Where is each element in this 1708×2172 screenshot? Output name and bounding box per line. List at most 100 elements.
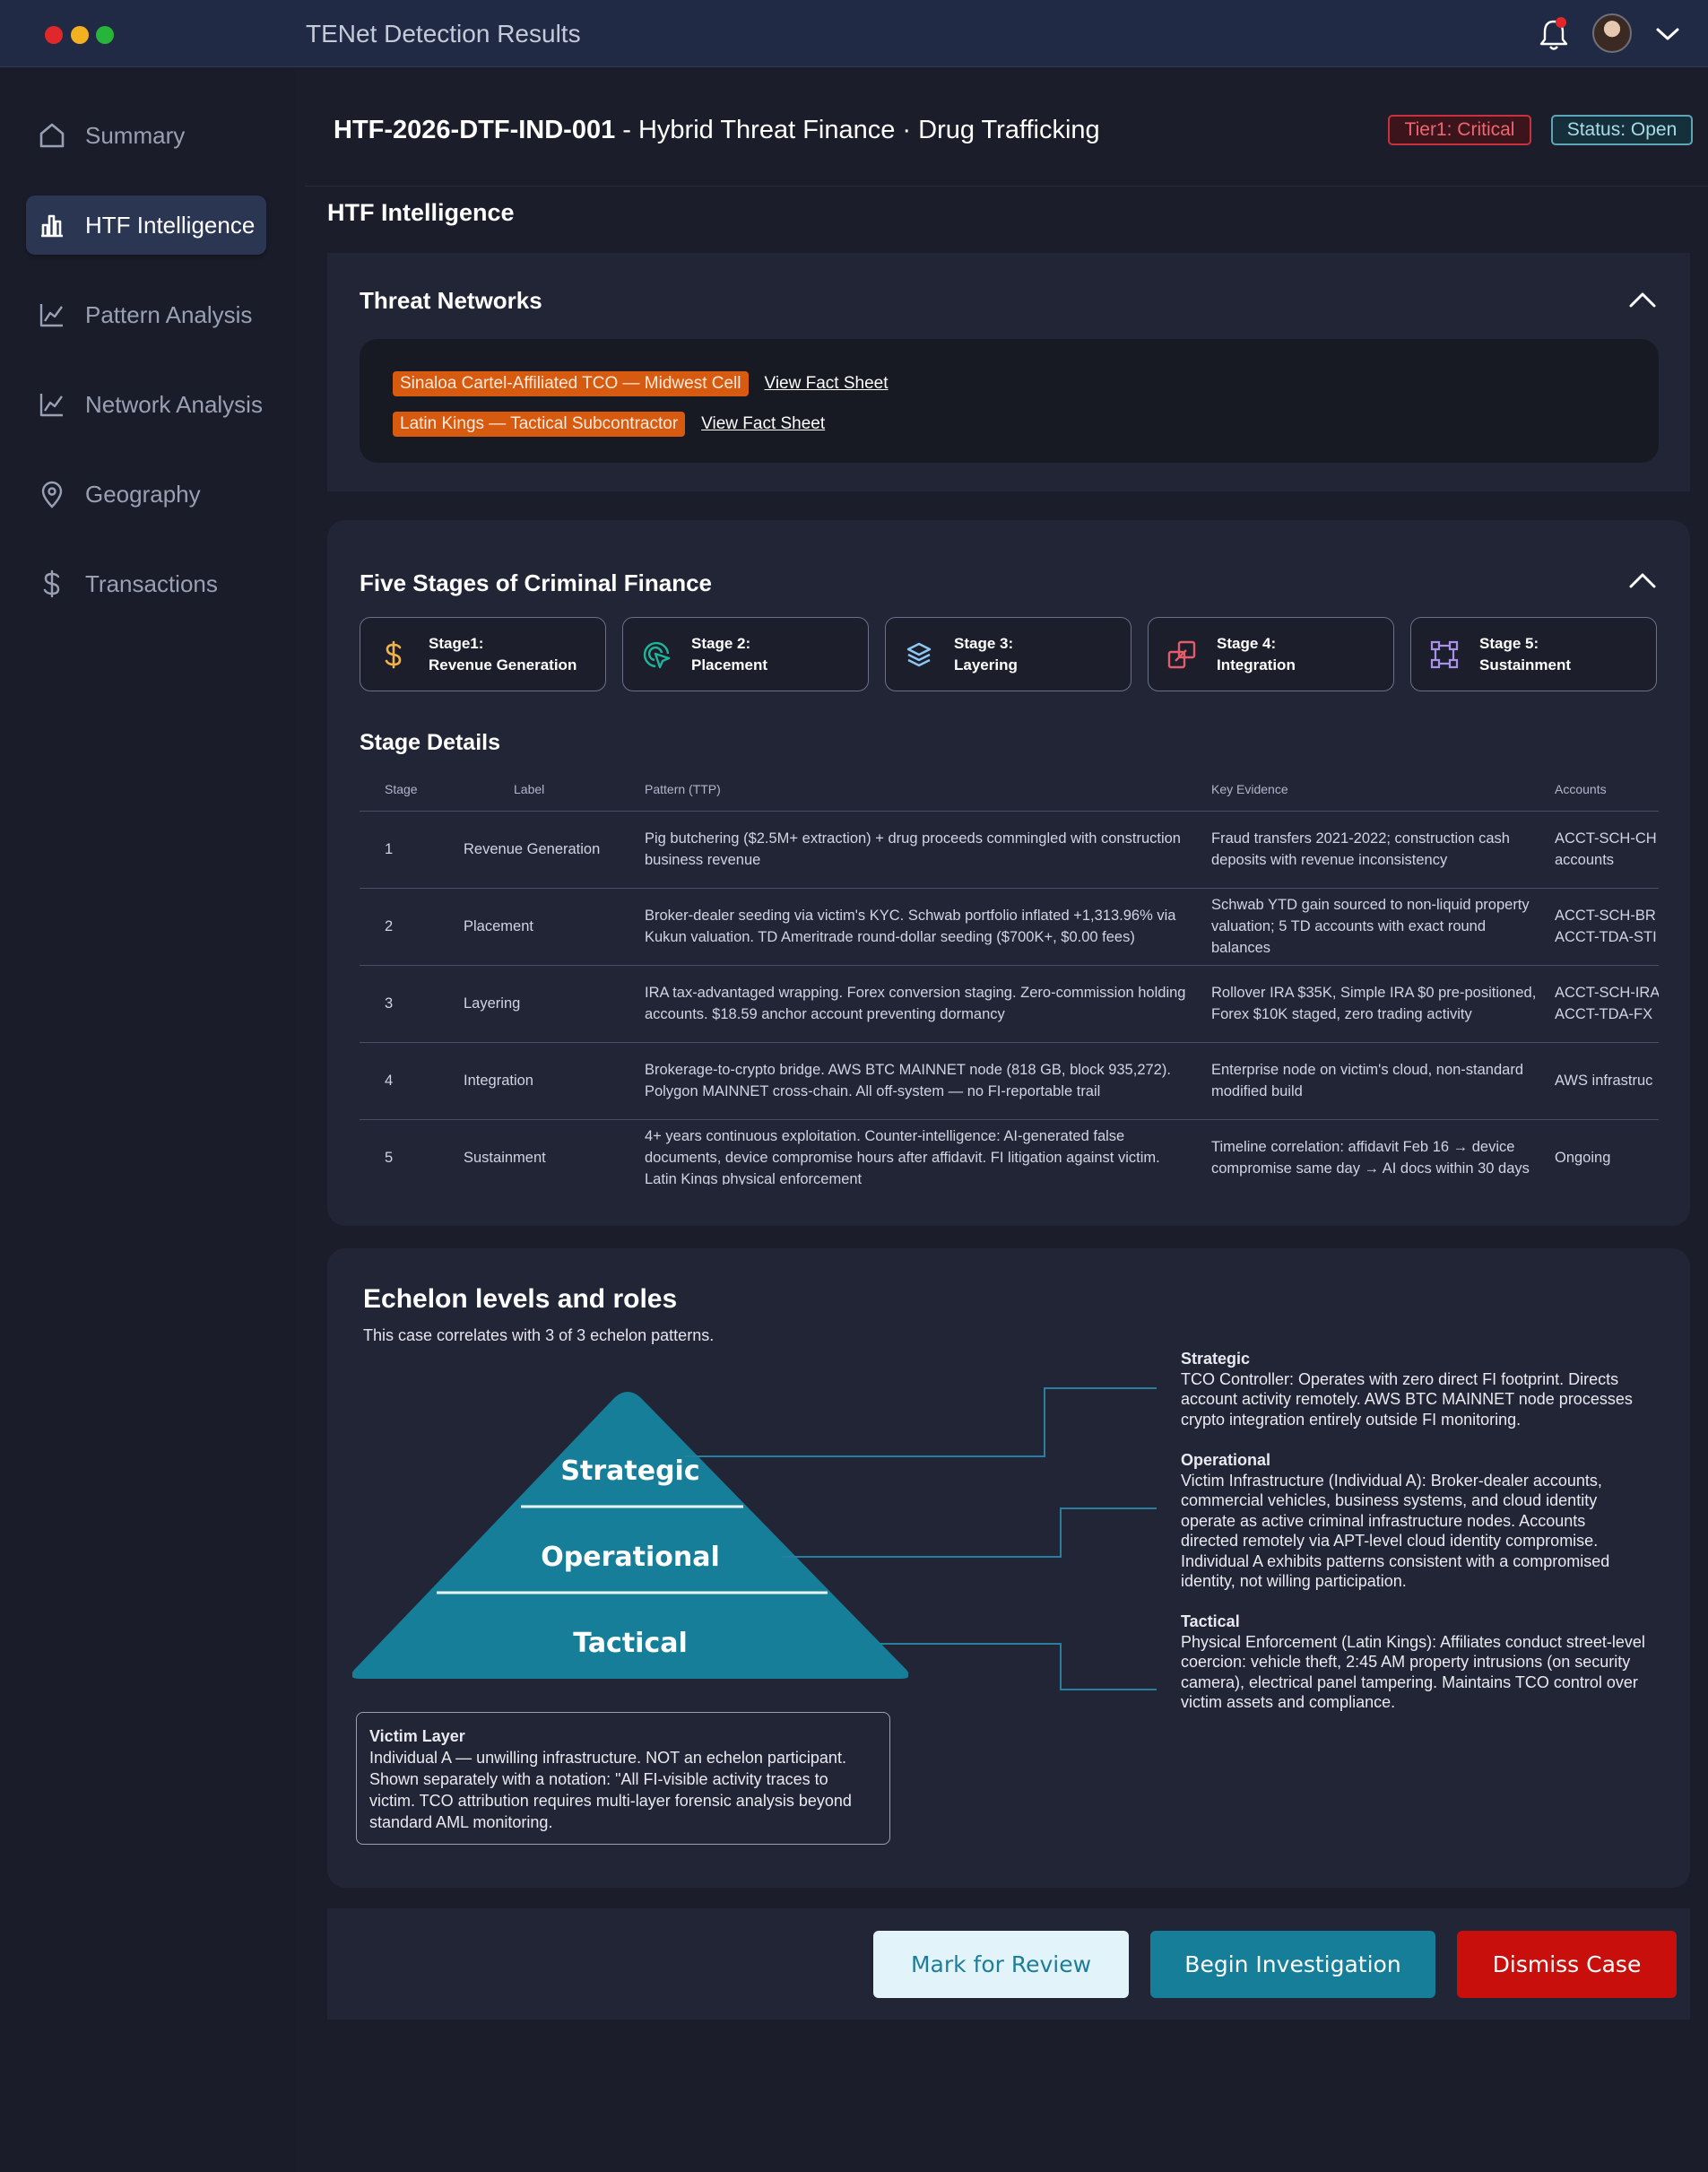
window-minimize-button[interactable] [71,26,89,44]
table-row[interactable]: 3 Layering IRA tax-advantaged wrapping. … [360,965,1659,1043]
sidebar-item-label: Pattern Analysis [85,300,253,328]
stage-chip-revenue-generation[interactable]: Stage1: Revenue Generation [360,617,606,691]
status-badge: Status: Open [1551,115,1693,145]
table-row[interactable]: 5 Sustainment 4+ years continuous exploi… [360,1119,1659,1185]
stage-label: Integration [1217,656,1296,673]
action-bar: Mark for Review Begin Investigation Dism… [327,1908,1690,2020]
table-row[interactable]: 1 Revenue Generation Pig butchering ($2.… [360,811,1659,889]
threat-networks-panel: Threat Networks Sinaloa Cartel-Affiliate… [327,253,1690,491]
column-header: Accounts [1555,768,1659,812]
cell-accounts: ACCT-SCH-CH construction bi accounts [1555,811,1659,889]
window-maximize-button[interactable] [96,26,114,44]
connector-tactical [880,1643,1157,1690]
role-tactical: Tactical Physical Enforcement (Latin Kin… [1181,1612,1647,1713]
mark-for-review-button[interactable]: Mark for Review [873,1931,1129,1998]
cell-accounts: Ongoing [1555,1119,1659,1185]
table-row[interactable]: 2 Placement Broker-dealer seeding via vi… [360,888,1659,966]
sidebar-item-htf-intelligence[interactable]: HTF Intelligence [26,195,266,255]
cell-pattern: 4+ years continuous exploitation. Counte… [645,1119,1211,1185]
column-header: Key Evidence [1211,768,1555,812]
case-header: HTF-2026-DTF-IND-001 - Hybrid Threat Fin… [305,90,1708,187]
cell-label: Placement [464,888,645,966]
section-title: HTF Intelligence [327,199,515,226]
cell-evidence: Enterprise node on victim's cloud, non-s… [1211,1042,1555,1120]
column-header: Label [464,768,645,812]
avatar[interactable] [1592,13,1632,53]
dollar-icon [43,569,60,598]
role-text: Victim Infrastructure (Individual A): Br… [1181,1471,1610,1591]
five-stages-panel: Five Stages of Criminal Finance Stage1: R… [327,520,1690,1226]
cell-label: Integration [464,1042,645,1120]
cell-accounts: ACCT-SCH-IRA ACCT-SCH-IRA ACCT-TDA-FX [1555,965,1659,1043]
cell-pattern: IRA tax-advantaged wrapping. Forex conve… [645,965,1211,1043]
sidebar-item-geography[interactable]: Geography [26,465,266,524]
sidebar-item-summary[interactable]: Summary [26,106,266,165]
layers-icon [906,642,932,666]
echelon-title: Echelon levels and roles [363,1284,678,1314]
map-pin-icon [41,481,63,508]
window-close-button[interactable] [45,26,63,44]
cell-accounts: ACCT-SCH-BR ACCT-TDA-CA ACCT-TDA-STI [1555,888,1659,966]
stage-details-table: Stage Label Pattern (TTP) Key Evidence A… [360,768,1659,1185]
table-row[interactable]: 4 Integration Brokerage-to-crypto bridge… [360,1042,1659,1120]
cell-pattern: Brokerage-to-crypto bridge. AWS BTC MAIN… [645,1042,1211,1120]
pyramid-level-operational: Operational [541,1542,719,1573]
stage-number: Stage 3: [954,634,1014,652]
sidebar-item-pattern-analysis[interactable]: Pattern Analysis [26,285,266,344]
cell-pattern: Broker-dealer seeding via victim's KYC. … [645,888,1211,966]
sidebar-item-network-analysis[interactable]: Network Analysis [26,375,266,434]
role-text: Physical Enforcement (Latin Kings): Affi… [1181,1632,1645,1712]
begin-investigation-button[interactable]: Begin Investigation [1150,1931,1435,1998]
stage-chip-layering[interactable]: Stage 3: Layering [885,617,1131,691]
table-header-row: Stage Label Pattern (TTP) Key Evidence A… [360,768,1659,812]
stage-label: Sustainment [1479,656,1572,673]
victim-layer-box: Victim Layer Individual A — unwilling in… [356,1712,890,1845]
app-title: TENet Detection Results [306,20,581,48]
view-fact-sheet-link[interactable]: View Fact Sheet [701,414,825,434]
case-title: HTF-2026-DTF-IND-001 - Hybrid Threat Fin… [334,116,1100,145]
chevron-up-icon[interactable] [1627,289,1658,310]
role-title: Operational [1181,1451,1271,1469]
pyramid-level-strategic: Strategic [560,1455,699,1487]
title-bar: TENet Detection Results [0,0,1708,67]
column-header: Pattern (TTP) [645,768,1211,812]
cell-stage: 2 [360,888,464,966]
cell-evidence: Fraud transfers 2021-2022; construction … [1211,811,1555,889]
dismiss-case-button[interactable]: Dismiss Case [1457,1931,1677,1998]
sidebar-item-label: Transactions [85,569,218,597]
stage-chip-placement[interactable]: Stage 2: Placement [622,617,869,691]
echelon-subtitle: This case correlates with 3 of 3 echelon… [363,1326,715,1344]
threat-network-item: Sinaloa Cartel-Affiliated TCO — Midwest … [393,371,889,396]
sidebar-item-label: HTF Intelligence [85,211,256,239]
stage-label: Revenue Generation [429,656,577,673]
stage-chip-integration[interactable]: Stage 4: Integration [1148,617,1394,691]
cell-label: Sustainment [464,1119,645,1185]
stage-details-title: Stage Details [360,730,501,755]
five-stages-title: Five Stages of Criminal Finance [360,569,712,596]
sidebar-item-transactions[interactable]: Transactions [26,554,266,613]
network-tag: Sinaloa Cartel-Affiliated TCO — Midwest … [393,371,749,396]
bar-chart-icon [41,214,63,238]
dollar-icon [385,640,402,668]
stage-chip-sustainment[interactable]: Stage 5: Sustainment [1410,617,1657,691]
cell-label: Layering [464,965,645,1043]
chevron-down-icon[interactable] [1654,22,1681,47]
stage-number: Stage1: [429,634,484,652]
cell-evidence: Schwab YTD gain sourced to non-liquid pr… [1211,888,1555,966]
cell-evidence: Rollover IRA $35K, Simple IRA $0 pre-pos… [1211,965,1555,1043]
role-title: Strategic [1181,1350,1251,1368]
threat-networks-list: Sinaloa Cartel-Affiliated TCO — Midwest … [360,339,1659,463]
case-description: - Hybrid Threat Finance · Drug Trafficki… [615,116,1100,144]
cell-stage: 4 [360,1042,464,1120]
role-operational: Operational Victim Infrastructure (Indiv… [1181,1450,1647,1592]
cell-accounts: AWS infrastruc [1555,1042,1659,1120]
role-text: TCO Controller: Operates with zero direc… [1181,1369,1633,1429]
view-fact-sheet-link[interactable]: View Fact Sheet [765,374,889,394]
network-tag: Latin Kings — Tactical Subcontractor [393,412,686,437]
victim-title: Victim Layer [369,1727,465,1745]
pyramid-level-tactical: Tactical [573,1628,688,1659]
cell-stage: 1 [360,811,464,889]
stage-number: Stage 5: [1479,634,1539,652]
chevron-up-icon[interactable] [1627,569,1658,591]
case-id: HTF-2026-DTF-IND-001 [334,116,616,144]
